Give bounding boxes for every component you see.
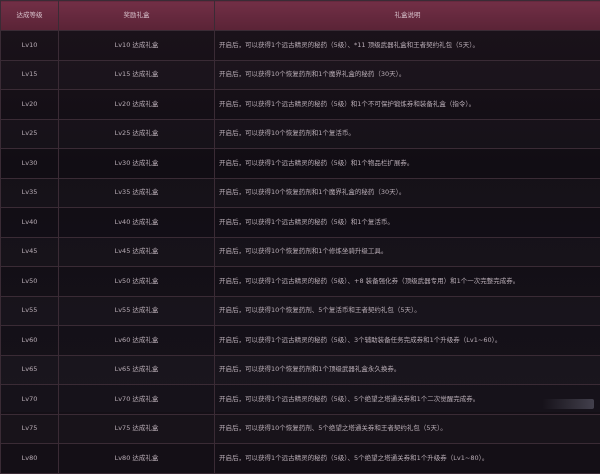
gift-cell: Lv75 达成礼盒 <box>59 414 215 444</box>
table-row: Lv25Lv25 达成礼盒开启后，可以获得10个恢复药剂和1个复活币。 <box>1 119 600 149</box>
table-row: Lv80Lv80 达成礼盒开启后，可以获得1个远古精灵的秘药（5级）、5个绝望之… <box>1 444 600 474</box>
header-level: 达成等级 <box>1 1 59 31</box>
table-row: Lv65Lv65 达成礼盒开启后，可以获得10个恢复药剂和1个顶级武器礼盒永久换… <box>1 355 600 385</box>
level-cell: Lv60 <box>1 326 59 356</box>
description-cell: 开启后，可以获得10个恢复药剂、5个绝望之塔通关券和王者契约礼包（5天）。 <box>215 414 600 444</box>
level-cell: Lv80 <box>1 444 59 474</box>
description-cell: 开启后，可以获得10个恢复药剂和1个修炼坐骑升级工具。 <box>215 237 600 267</box>
table-row: Lv15Lv15 达成礼盒开启后，可以获得10个恢复药剂和1个魔界礼盒的秘药（3… <box>1 60 600 90</box>
description-cell: 开启后，可以获得1个远古精灵的秘药（5级）和1个物品栏扩展券。 <box>215 149 600 179</box>
gift-cell: Lv20 达成礼盒 <box>59 90 215 120</box>
description-cell: 开启后，可以获得1个远古精灵的秘药（5级）、3个辅助装备任务完成券和1个升级券（… <box>215 326 600 356</box>
watermark-logo <box>542 399 594 409</box>
gift-cell: Lv60 达成礼盒 <box>59 326 215 356</box>
level-cell: Lv35 <box>1 178 59 208</box>
table-row: Lv45Lv45 达成礼盒开启后，可以获得10个恢复药剂和1个修炼坐骑升级工具。 <box>1 237 600 267</box>
gift-cell: Lv40 达成礼盒 <box>59 208 215 238</box>
gift-cell: Lv65 达成礼盒 <box>59 355 215 385</box>
level-cell: Lv15 <box>1 60 59 90</box>
header-gift: 奖励礼盒 <box>59 1 215 31</box>
gift-cell: Lv35 达成礼盒 <box>59 178 215 208</box>
gift-cell: Lv55 达成礼盒 <box>59 296 215 326</box>
level-cell: Lv40 <box>1 208 59 238</box>
description-cell: 开启后，可以获得10个恢复药剂和1个魔界礼盒的秘药（30天）。 <box>215 178 600 208</box>
level-cell: Lv25 <box>1 119 59 149</box>
level-cell: Lv70 <box>1 385 59 415</box>
table-row: Lv20Lv20 达成礼盒开启后，可以获得1个远古精灵的秘药（5级）和1个不可保… <box>1 90 600 120</box>
description-cell: 开启后，可以获得1个远古精灵的秘药（5级）、*11 顶级武器礼盒和王者契约礼包（… <box>215 31 600 61</box>
level-cell: Lv20 <box>1 90 59 120</box>
gift-cell: Lv70 达成礼盒 <box>59 385 215 415</box>
level-reward-table: 达成等级 奖励礼盒 礼盒说明 Lv10Lv10 达成礼盒开启后，可以获得1个远古… <box>0 0 600 474</box>
table-row: Lv60Lv60 达成礼盒开启后，可以获得1个远古精灵的秘药（5级）、3个辅助装… <box>1 326 600 356</box>
description-cell: 开启后，可以获得1个远古精灵的秘药（5级）、+8 装备强化券（顶级武器专用）和1… <box>215 267 600 297</box>
gift-cell: Lv10 达成礼盒 <box>59 31 215 61</box>
description-cell: 开启后，可以获得1个远古精灵的秘药（5级）和1个不可保护锻炼券和装备礼盒（指令）… <box>215 90 600 120</box>
level-cell: Lv65 <box>1 355 59 385</box>
gift-cell: Lv45 达成礼盒 <box>59 237 215 267</box>
level-cell: Lv30 <box>1 149 59 179</box>
level-cell: Lv50 <box>1 267 59 297</box>
description-cell: 开启后，可以获得10个恢复药剂和1个魔界礼盒的秘药（30天）。 <box>215 60 600 90</box>
description-cell: 开启后，可以获得1个远古精灵的秘药（5级）、5个绝望之塔通关券和1个升级券（Lv… <box>215 444 600 474</box>
reward-table-page: 达成等级 奖励礼盒 礼盒说明 Lv10Lv10 达成礼盒开启后，可以获得1个远古… <box>0 0 600 412</box>
table-row: Lv55Lv55 达成礼盒开启后，可以获得10个恢复药剂、5个复活币和王者契约礼… <box>1 296 600 326</box>
header-description: 礼盒说明 <box>215 1 600 31</box>
gift-cell: Lv50 达成礼盒 <box>59 267 215 297</box>
table-row: Lv40Lv40 达成礼盒开启后，可以获得1个远古精灵的秘药（5级）和1个复活币… <box>1 208 600 238</box>
table-row: Lv35Lv35 达成礼盒开启后，可以获得10个恢复药剂和1个魔界礼盒的秘药（3… <box>1 178 600 208</box>
level-cell: Lv10 <box>1 31 59 61</box>
description-cell: 开启后，可以获得1个远古精灵的秘药（5级）和1个复活币。 <box>215 208 600 238</box>
level-cell: Lv45 <box>1 237 59 267</box>
gift-cell: Lv80 达成礼盒 <box>59 444 215 474</box>
table-row: Lv30Lv30 达成礼盒开启后，可以获得1个远古精灵的秘药（5级）和1个物品栏… <box>1 149 600 179</box>
description-cell: 开启后，可以获得10个恢复药剂、5个复活币和王者契约礼包（5天）。 <box>215 296 600 326</box>
table-row: Lv50Lv50 达成礼盒开启后，可以获得1个远古精灵的秘药（5级）、+8 装备… <box>1 267 600 297</box>
description-cell: 开启后，可以获得10个恢复药剂和1个复活币。 <box>215 119 600 149</box>
table-row: Lv10Lv10 达成礼盒开启后，可以获得1个远古精灵的秘药（5级）、*11 顶… <box>1 31 600 61</box>
table-header-row: 达成等级 奖励礼盒 礼盒说明 <box>1 1 600 31</box>
gift-cell: Lv30 达成礼盒 <box>59 149 215 179</box>
table-row: Lv70Lv70 达成礼盒开启后，可以获得1个远古精灵的秘药（5级）、5个绝望之… <box>1 385 600 415</box>
gift-cell: Lv15 达成礼盒 <box>59 60 215 90</box>
level-cell: Lv55 <box>1 296 59 326</box>
gift-cell: Lv25 达成礼盒 <box>59 119 215 149</box>
level-cell: Lv75 <box>1 414 59 444</box>
description-cell: 开启后，可以获得10个恢复药剂和1个顶级武器礼盒永久换券。 <box>215 355 600 385</box>
table-row: Lv75Lv75 达成礼盒开启后，可以获得10个恢复药剂、5个绝望之塔通关券和王… <box>1 414 600 444</box>
